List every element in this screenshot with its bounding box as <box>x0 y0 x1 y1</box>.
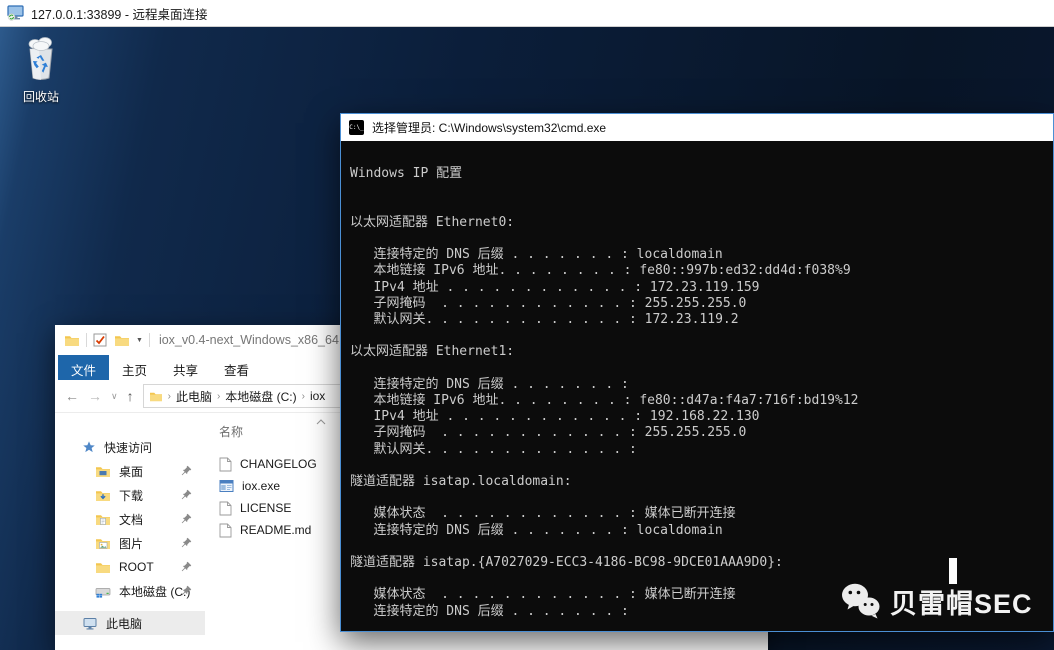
quick-access-checkbox-icon[interactable] <box>93 333 108 348</box>
sidebar-item-label: ROOT <box>119 560 154 574</box>
pin-icon <box>181 465 192 476</box>
cmd-title-text: 选择管理员: C:\Windows\system32\cmd.exe <box>372 119 606 136</box>
cmd-console-area[interactable]: Windows IP 配置 以太网适配器 Ethernet0: 连接特定的 DN… <box>341 141 1053 631</box>
wechat-icon <box>841 581 881 621</box>
forward-icon[interactable]: → <box>88 389 102 403</box>
local-disk-icon <box>95 584 111 598</box>
file-name: iox.exe <box>242 479 280 493</box>
breadcrumb-separator: › <box>217 391 220 402</box>
recycle-bin-shortcut[interactable]: 回收站 <box>12 35 70 105</box>
tab-view[interactable]: 查看 <box>211 355 262 380</box>
navigation-pane: 快速访问 桌面 下载 <box>55 413 205 650</box>
recycle-bin-icon <box>20 35 62 81</box>
divider <box>86 333 87 347</box>
ipconfig-output: Windows IP 配置 以太网适配器 Ethernet0: 连接特定的 DN… <box>341 141 1053 620</box>
downloads-folder-icon <box>95 488 111 502</box>
file-name: README.md <box>240 523 311 537</box>
exe-icon <box>219 479 234 493</box>
pin-icon <box>181 489 192 500</box>
breadcrumb-separator: › <box>168 391 171 402</box>
file-icon <box>219 523 232 538</box>
sidebar-item-documents[interactable]: 文档 <box>55 507 205 531</box>
rdp-session-screen: 127.0.0.1:33899 - 远程桌面连接 <box>0 0 1054 650</box>
sidebar-item-label: 此电脑 <box>106 615 142 632</box>
sort-ascending-icon[interactable] <box>316 419 326 425</box>
rdp-title-bar[interactable]: 127.0.0.1:33899 - 远程桌面连接 <box>0 0 1054 27</box>
recycle-bin-label: 回收站 <box>12 88 70 105</box>
address-folder-icon <box>149 390 163 402</box>
sidebar-item-label: 图片 <box>119 535 143 552</box>
file-icon <box>219 501 232 516</box>
this-pc-icon <box>82 616 98 630</box>
pictures-folder-icon <box>95 536 111 550</box>
sidebar-item-quick-access[interactable]: 快速访问 <box>55 435 205 459</box>
breadcrumb-iox[interactable]: iox <box>310 389 325 403</box>
desktop-folder-icon <box>95 464 111 478</box>
pin-icon <box>181 585 192 596</box>
file-icon <box>219 457 232 472</box>
sidebar-item-label: 桌面 <box>119 463 143 480</box>
tab-file[interactable]: 文件 <box>58 355 109 380</box>
sidebar-item-this-pc[interactable]: 此电脑 <box>55 611 205 635</box>
sidebar-item-label: 文档 <box>119 511 143 528</box>
up-icon[interactable]: ↑ <box>127 389 134 403</box>
file-name: LICENSE <box>240 501 291 515</box>
sidebar-item-local-disk-c[interactable]: 本地磁盘 (C:) <box>55 579 205 603</box>
root-folder-icon <box>95 560 111 574</box>
sidebar-item-root[interactable]: ROOT <box>55 555 205 579</box>
breadcrumb-local-disk[interactable]: 本地磁盘 (C:) <box>225 388 296 405</box>
watermark-text: 贝雷帽SEC <box>890 582 1033 621</box>
pin-icon <box>181 537 192 548</box>
pin-icon <box>181 561 192 572</box>
tab-home[interactable]: 主页 <box>109 355 160 380</box>
back-icon[interactable]: ← <box>65 389 79 403</box>
pin-icon <box>181 513 192 524</box>
explorer-window-title: iox_v0.4-next_Windows_x86_64 <box>159 333 339 347</box>
watermark: 贝雷帽SEC <box>841 581 1033 621</box>
rdp-title-text: 127.0.0.1:33899 - 远程桌面连接 <box>31 4 207 23</box>
column-header-name[interactable]: 名称 <box>219 423 243 440</box>
sidebar-item-downloads[interactable]: 下载 <box>55 483 205 507</box>
sidebar-item-label: 下载 <box>119 487 143 504</box>
breadcrumb-this-pc[interactable]: 此电脑 <box>176 388 212 405</box>
cmd-title-bar[interactable]: C:\_ 选择管理员: C:\Windows\system32\cmd.exe <box>341 114 1053 141</box>
explorer-folder-icon <box>64 333 80 347</box>
sidebar-item-pictures[interactable]: 图片 <box>55 531 205 555</box>
breadcrumb-separator: › <box>302 391 305 402</box>
tab-share[interactable]: 共享 <box>160 355 211 380</box>
new-folder-icon[interactable] <box>114 333 130 347</box>
file-name: CHANGELOG <box>240 457 317 471</box>
customize-toolbar-dropdown-icon[interactable]: ▼ <box>136 337 143 344</box>
cmd-icon: C:\_ <box>349 120 364 135</box>
cmd-window: C:\_ 选择管理员: C:\Windows\system32\cmd.exe … <box>340 113 1054 632</box>
sidebar-item-label: 快速访问 <box>104 439 152 456</box>
recent-locations-icon[interactable]: ∨ <box>111 392 118 401</box>
sidebar-item-label: 本地磁盘 (C:) <box>119 583 190 600</box>
quick-access-star-icon <box>82 440 96 454</box>
sidebar-item-desktop[interactable]: 桌面 <box>55 459 205 483</box>
rdp-icon <box>7 5 24 21</box>
documents-folder-icon <box>95 512 111 526</box>
divider <box>149 333 150 347</box>
